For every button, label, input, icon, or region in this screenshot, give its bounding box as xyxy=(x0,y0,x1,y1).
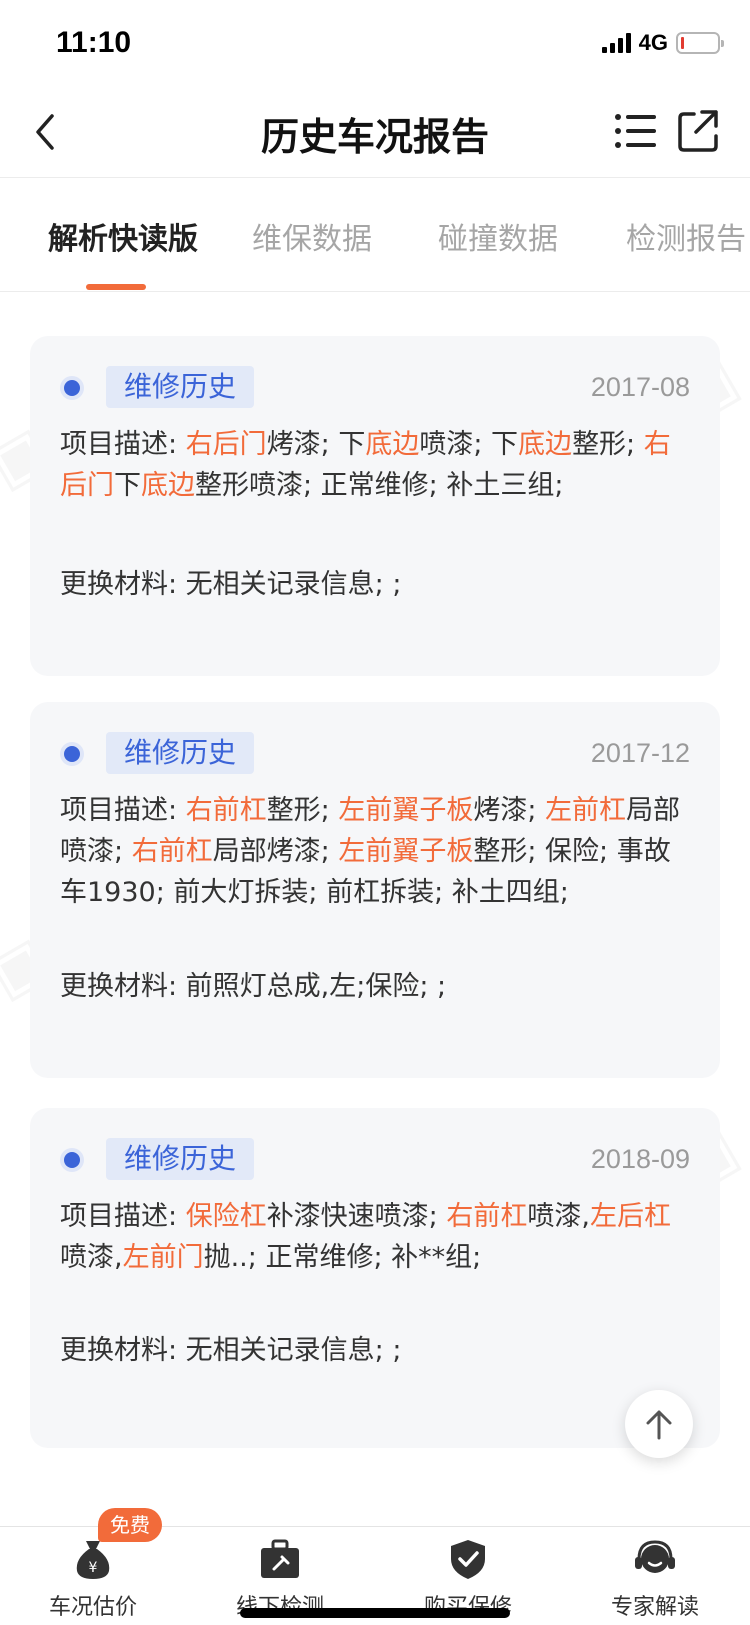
nav-bar: 历史车况报告 xyxy=(0,88,750,178)
record-materials: 更换材料: 前照灯总成,左;保险; ; xyxy=(60,971,447,1002)
bottom-nav-label: 车况估价 xyxy=(48,1595,137,1620)
scroll-to-top-button[interactable] xyxy=(625,1390,693,1458)
desc-segment: 整形; xyxy=(266,795,339,826)
record-description: 项目描述: 保险杠补漆快速喷漆; 右前杠喷漆,左后杠喷漆,左前门抛..; 正常维… xyxy=(60,1196,690,1278)
record-materials: 更换材料: 无相关记录信息; ; xyxy=(60,1335,402,1366)
desc-segment: 喷漆, xyxy=(60,1242,123,1273)
record-description: 项目描述: 右前杠整形; 左前翼子板烤漆; 左前杠局部喷漆; 右前杠局部烤漆; … xyxy=(60,790,690,913)
tab-quick-read[interactable]: 解析快读版 xyxy=(48,214,198,258)
desc-segment: 烤漆; 下 xyxy=(266,429,366,460)
description-label: 项目描述: xyxy=(60,429,186,460)
report-content[interactable]: ▣ ▣ ▣ ▣ 维修历史 2017-08 项目描述: 右后门烤漆; 下底边喷漆;… xyxy=(0,292,750,1526)
tab-collision-data[interactable]: 碰撞数据 xyxy=(438,214,558,258)
record-type-tag: 维修历史 xyxy=(106,1138,255,1180)
record-card: 维修历史 2017-12 项目描述: 右前杠整形; 左前翼子板烤漆; 左前杠局部… xyxy=(30,702,720,1078)
menu-button[interactable] xyxy=(612,108,658,154)
money-bag-icon: ¥ xyxy=(76,1541,110,1579)
arrow-up-icon xyxy=(646,1410,672,1440)
desc-segment: 底边 xyxy=(141,470,195,501)
desc-segment: 喷漆, xyxy=(527,1201,590,1232)
desc-segment: 左前翼子板 xyxy=(338,795,474,826)
record-card: 维修历史 2018-09 项目描述: 保险杠补漆快速喷漆; 右前杠喷漆,左后杠喷… xyxy=(30,1108,720,1448)
bottom-nav-expert[interactable]: 专家解读 xyxy=(580,1527,730,1625)
record-date: 2017-08 xyxy=(590,372,690,402)
tab-inspection-report[interactable]: 检测报告 xyxy=(626,214,746,258)
desc-segment: 右前杠 xyxy=(131,836,213,867)
timeline-dot xyxy=(64,1152,80,1168)
desc-segment: 整形喷漆; 正常维修; 补土三组; xyxy=(195,470,564,501)
desc-segment: 喷漆; 下 xyxy=(419,429,519,460)
desc-segment: 局部烤漆; xyxy=(212,836,339,867)
record-materials: 更换材料: 无相关记录信息; ; xyxy=(60,569,402,600)
shield-check-icon xyxy=(451,1540,485,1579)
desc-segment: 左后杠 xyxy=(589,1201,671,1232)
record-description: 项目描述: 右后门烤漆; 下底边喷漆; 下底边整形; 右后门下底边整形喷漆; 正… xyxy=(60,424,690,506)
desc-segment: 右前杠 xyxy=(446,1201,528,1232)
home-indicator xyxy=(240,1608,510,1618)
desc-segment: 烤漆; xyxy=(473,795,546,826)
desc-segment: 右前杠 xyxy=(185,795,267,826)
battery-icon xyxy=(676,32,724,54)
record-date: 2018-09 xyxy=(590,1144,690,1174)
signal-icon xyxy=(601,33,631,53)
desc-segment: 补漆快速喷漆; xyxy=(266,1201,447,1232)
record-type-tag: 维修历史 xyxy=(106,366,255,408)
toolbox-icon xyxy=(261,1539,299,1578)
desc-segment: 下 xyxy=(114,470,141,501)
desc-segment: 底边 xyxy=(518,429,573,460)
timeline-dot xyxy=(64,380,80,396)
active-tab-indicator xyxy=(86,284,146,290)
share-button[interactable] xyxy=(676,108,720,154)
tab-maintenance-data[interactable]: 维保数据 xyxy=(252,214,372,258)
status-bar: 11:10 4G xyxy=(0,0,750,88)
record-type-tag: 维修历史 xyxy=(106,732,255,774)
status-time: 11:10 xyxy=(56,26,132,59)
list-icon xyxy=(615,114,656,148)
desc-segment: 抛..; 正常维修; 补**组; xyxy=(203,1242,482,1273)
description-label: 项目描述: xyxy=(60,795,186,826)
desc-segment: 右后门 xyxy=(185,429,267,460)
svg-text:¥: ¥ xyxy=(89,1560,98,1576)
share-external-icon xyxy=(678,110,718,152)
record-card: 维修历史 2017-08 项目描述: 右后门烤漆; 下底边喷漆; 下底边整形; … xyxy=(30,336,720,676)
desc-segment: 左前杠 xyxy=(545,795,627,826)
network-label: 4G xyxy=(638,30,668,55)
bottom-nav-label: 专家解读 xyxy=(610,1595,699,1620)
timeline-dot xyxy=(64,746,80,762)
report-tabs: 解析快读版 维保数据 碰撞数据 检测报告 xyxy=(0,178,750,292)
desc-segment: 整形; xyxy=(572,429,644,460)
description-label: 项目描述: xyxy=(60,1201,186,1232)
record-date: 2017-12 xyxy=(590,738,690,768)
free-badge: 免费 xyxy=(98,1508,162,1542)
desc-segment: 左前门 xyxy=(122,1242,204,1273)
status-indicators: 4G xyxy=(601,30,724,56)
desc-segment: 左前翼子板 xyxy=(338,836,474,867)
desc-segment: 底边 xyxy=(365,429,420,460)
desc-segment: 保险杠 xyxy=(185,1201,267,1232)
headset-icon xyxy=(635,1540,675,1573)
